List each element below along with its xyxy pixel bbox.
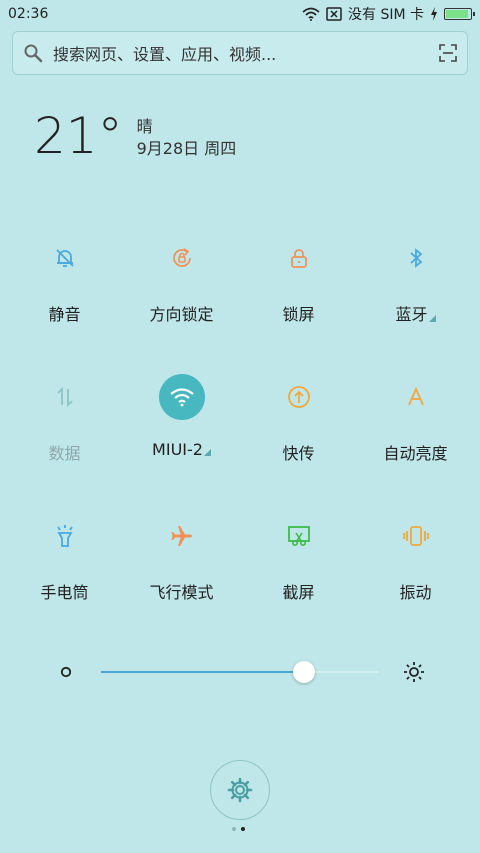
tile-airplane-mode[interactable]: 飞行模式 [123,508,240,647]
tile-label: 飞行模式 [149,583,214,602]
tile-label: 截屏 [282,583,315,602]
bluetooth-icon [393,235,439,281]
tile-data[interactable]: 数据 [6,369,123,508]
status-bar: 02:36 没有 SIM 卡 [0,0,480,28]
scan-icon[interactable] [439,44,457,62]
tile-lock-screen[interactable]: 锁屏 [240,230,357,369]
tile-auto-brightness[interactable]: 自动亮度 [357,369,474,508]
sim-error-icon [326,7,342,21]
search-bar[interactable]: 搜索网页、设置、应用、视频... [12,31,468,75]
tile-label: 振动 [399,583,432,602]
tile-rotation-lock[interactable]: 方向锁定 [123,230,240,369]
tile-row: 静音 方向锁定 锁屏 蓝牙 [6,230,474,369]
weather-widget[interactable]: 21° 晴 9月28日 周四 [34,108,236,164]
more-indicator-icon [428,315,436,322]
charging-icon [431,7,437,21]
search-icon [24,44,43,63]
vibrate-icon [393,513,439,559]
page-indicator [232,827,245,831]
brightness-slider[interactable] [101,661,379,683]
page-dot-active [241,827,245,831]
tile-screenshot[interactable]: 截屏 [240,508,357,647]
tile-label: 锁屏 [282,305,315,324]
tile-vibrate[interactable]: 振动 [357,508,474,647]
battery-icon [444,8,475,20]
status-time: 02:36 [8,6,49,22]
sim-status-text: 没有 SIM 卡 [348,7,424,23]
brightness-high-icon [404,662,424,682]
more-indicator-icon [203,449,211,456]
settings-button[interactable] [210,760,270,820]
tile-row: 数据 MIUI-2 快传 自动亮度 [6,369,474,508]
tile-label: 快传 [282,444,315,463]
tile-label: MIUI-2 [152,440,203,459]
auto-brightness-icon [393,374,439,420]
tile-quick-transfer[interactable]: 快传 [240,369,357,508]
transfer-icon [276,374,322,420]
weather-date: 9月28日 周四 [136,139,237,158]
slider-fill [101,671,304,673]
rotation-lock-icon [159,235,205,281]
tile-label: 手电筒 [40,583,89,602]
lock-icon [276,235,322,281]
tile-bluetooth[interactable]: 蓝牙 [357,230,474,369]
tile-label: 方向锁定 [149,305,214,324]
tile-mute[interactable]: 静音 [6,230,123,369]
tile-label: 自动亮度 [383,444,448,463]
screenshot-icon [276,513,322,559]
tile-row: 手电筒 飞行模式 截屏 振动 [6,508,474,647]
brightness-low-icon [60,666,72,678]
weather-info: 晴 9月28日 周四 [137,116,237,164]
flashlight-icon [42,513,88,559]
quick-settings-grid: 静音 方向锁定 锁屏 蓝牙 数据 MIUI-2 快传 自动亮度 手电筒 飞行模式… [6,230,474,647]
tile-flashlight[interactable]: 手电筒 [6,508,123,647]
tile-wifi[interactable]: MIUI-2 [123,369,240,508]
search-input[interactable]: 搜索网页、设置、应用、视频... [53,41,439,65]
page-dot [232,827,236,831]
tile-label: 静音 [48,305,81,324]
bell-off-icon [42,235,88,281]
tile-label: 数据 [48,444,81,463]
wifi-icon [302,7,320,21]
status-icons: 没有 SIM 卡 [302,4,475,24]
slider-thumb[interactable] [292,661,315,683]
temperature: 21° [34,107,123,165]
wifi-icon [158,374,205,420]
battery-fill [446,10,468,18]
weather-condition: 晴 [136,117,153,136]
gear-icon [227,777,253,803]
tile-label: 蓝牙 [395,305,428,324]
airplane-icon [159,513,205,559]
data-icon [42,374,88,420]
brightness-control [0,650,480,694]
